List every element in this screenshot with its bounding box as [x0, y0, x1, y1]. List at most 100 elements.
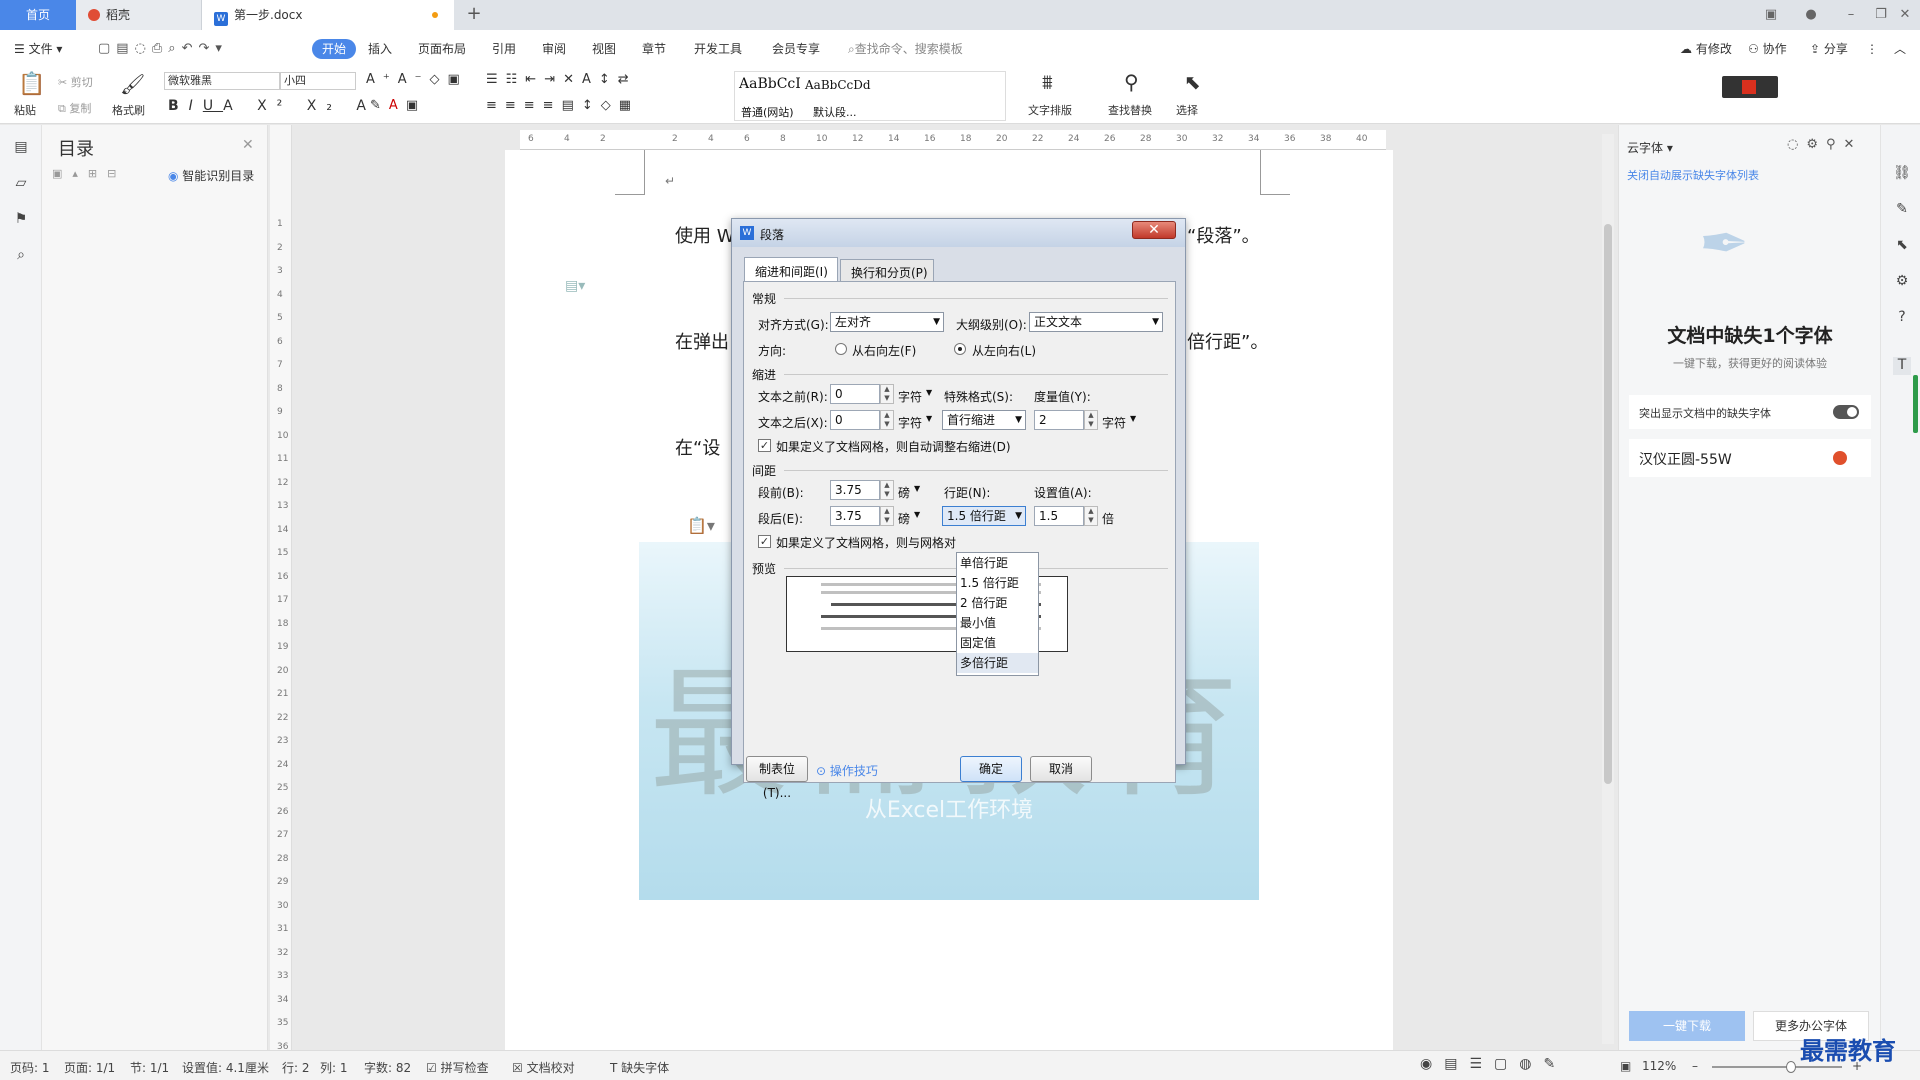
tab-daoke[interactable]: 稻壳: [76, 0, 202, 30]
fit-page-icon[interactable]: ▣: [1620, 1059, 1631, 1073]
chevron-down-icon[interactable]: ▼: [926, 414, 932, 423]
tab-document[interactable]: W 第一步.docx: [202, 0, 454, 30]
modified-button[interactable]: ☁ 有修改: [1680, 39, 1732, 59]
select-cursor-icon[interactable]: ⬉: [1184, 70, 1201, 94]
font-t-icon[interactable]: T: [1893, 357, 1911, 375]
before-spinner[interactable]: ▲ ▼: [880, 480, 894, 500]
grid-align-checkbox[interactable]: ✓: [758, 535, 771, 548]
grid-indent-checkbox[interactable]: ✓: [758, 439, 771, 452]
outline-select[interactable]: 正文文本 ▼: [1029, 312, 1163, 332]
line-option-fixed[interactable]: 固定值: [957, 633, 1038, 653]
layout-icon[interactable]: ▣: [1756, 0, 1786, 30]
grid-indent-label[interactable]: 如果定义了文档网格，则自动调整右缩进(D): [776, 438, 1011, 455]
ok-button[interactable]: 确定: [960, 756, 1022, 782]
after-text-input[interactable]: 0: [830, 410, 880, 430]
zoom-slider[interactable]: [1712, 1061, 1842, 1073]
more-icon[interactable]: ⋮: [1866, 39, 1878, 59]
close-icon[interactable]: ✕: [242, 137, 254, 153]
after-text-spinner[interactable]: ▲ ▼: [880, 410, 894, 430]
tips-link[interactable]: ⊙ 操作技巧: [816, 762, 878, 779]
link-icon[interactable]: ⛓: [1893, 165, 1911, 183]
menu-dev[interactable]: 开发工具: [694, 39, 742, 59]
dialog-titlebar[interactable]: W 段落: [732, 219, 1185, 247]
view-mode-icons[interactable]: ◉▤☰▢◍✎: [1420, 1056, 1567, 1072]
tab-home[interactable]: 首页: [0, 0, 76, 30]
format-brush-icon[interactable]: 🖌: [120, 72, 145, 96]
smart-toc-button[interactable]: ◉ 智能识别目录: [168, 167, 254, 184]
zoom-out-icon[interactable]: –: [1692, 1059, 1698, 1073]
after-spinner[interactable]: ▲ ▼: [880, 506, 894, 526]
highlight-color-icons[interactable]: ✎A▣: [370, 98, 426, 113]
setting-spinner[interactable]: ▲ ▼: [1084, 506, 1098, 526]
special-select[interactable]: 首行缩进 ▼: [942, 410, 1026, 430]
text-layout-label[interactable]: 文字排版: [1028, 102, 1072, 118]
before-text-input[interactable]: 0: [830, 384, 880, 404]
new-tab-button[interactable]: +: [462, 0, 486, 30]
cancel-button[interactable]: 取消: [1030, 756, 1092, 782]
proofread-button[interactable]: ☒ 文档校对: [512, 1059, 575, 1076]
zoom-level[interactable]: 112%: [1642, 1059, 1676, 1073]
edit-icon[interactable]: ✎: [1893, 201, 1911, 219]
bookmark-icon[interactable]: ⚑: [12, 211, 30, 229]
line-option-1-5[interactable]: 1.5 倍行距: [957, 573, 1038, 593]
before-input[interactable]: 3.75: [830, 480, 880, 500]
menu-member[interactable]: 会员专享: [772, 39, 820, 59]
setting-input[interactable]: 1.5: [1034, 506, 1084, 526]
style-gallery[interactable]: AaBbCcI AaBbCcDd 普通(网站) 默认段...: [734, 71, 1006, 121]
align-select[interactable]: 左对齐 ▼: [830, 312, 944, 332]
ltr-radio[interactable]: [954, 343, 966, 355]
paste-icon[interactable]: 📋: [18, 72, 45, 97]
missing-font-button[interactable]: T 缺失字体: [610, 1059, 669, 1076]
doc-scroll-thumb[interactable]: [1604, 224, 1612, 784]
share-button[interactable]: ⇪ 分享: [1810, 39, 1848, 59]
font-tools-icons[interactable]: A⁺A⁻◇▣: [366, 72, 468, 87]
spell-check-button[interactable]: ☑ 拼写检查: [426, 1059, 489, 1076]
text-layout-icon[interactable]: ⩩: [1042, 70, 1053, 94]
before-text-unit[interactable]: 字符: [898, 388, 922, 405]
dialog-close-button[interactable]: ✕: [1132, 221, 1176, 239]
after-text-unit[interactable]: 字符: [898, 414, 922, 431]
menu-review[interactable]: 审阅: [542, 39, 566, 59]
collab-button[interactable]: ⚇ 协作: [1748, 39, 1787, 59]
toc-icon[interactable]: ▤: [12, 139, 30, 157]
collapse-ribbon-icon[interactable]: ︿: [1894, 39, 1906, 59]
menu-insert[interactable]: 插入: [368, 39, 392, 59]
line-option-minimum[interactable]: 最小值: [957, 613, 1038, 633]
quick-access-icons[interactable]: ▢▤◌⎙⌕↶↷▾: [98, 39, 228, 59]
nav-icon[interactable]: ▱: [12, 175, 30, 193]
close-window-icon[interactable]: ✕: [1890, 0, 1920, 30]
cursor-icon[interactable]: ⬉: [1893, 237, 1911, 255]
input-method-icon[interactable]: [1722, 76, 1778, 98]
chevron-down-icon[interactable]: ▼: [1130, 414, 1136, 423]
panel-tools-icons[interactable]: ◌⚙⚲✕: [1787, 137, 1862, 152]
status-words[interactable]: 字数: 82: [364, 1059, 411, 1076]
cloud-font-title[interactable]: 云字体 ▾: [1627, 139, 1673, 156]
menu-view[interactable]: 视图: [592, 39, 616, 59]
line-option-double[interactable]: 2 倍行距: [957, 593, 1038, 613]
paste-label[interactable]: 粘贴: [14, 102, 36, 118]
measure-spinner[interactable]: ▲ ▼: [1084, 410, 1098, 430]
after-unit[interactable]: 磅: [898, 510, 910, 527]
grid-align-label[interactable]: 如果定义了文档网格，则与网格对: [776, 534, 956, 551]
find-replace-label[interactable]: 查找替换: [1108, 102, 1152, 118]
menu-ref[interactable]: 引用: [492, 39, 516, 59]
find-icon[interactable]: ⚲: [1124, 70, 1139, 94]
line-spacing-select[interactable]: 1.5 倍行距 ▼: [942, 506, 1026, 526]
rtl-label[interactable]: 从右向左(F): [852, 342, 916, 359]
tabs-button[interactable]: 制表位(T)...: [746, 756, 808, 800]
doc-object-icon[interactable]: ▤▾: [565, 278, 585, 294]
avatar[interactable]: ●: [1796, 0, 1826, 30]
chevron-down-icon[interactable]: ▼: [914, 484, 920, 493]
font-style-icons[interactable]: BIUA X² X₂ A: [168, 98, 376, 114]
list-icons[interactable]: ☰☷⇤⇥✕A↕⇄: [486, 72, 637, 87]
select-label[interactable]: 选择: [1176, 102, 1198, 118]
font-size-select[interactable]: 小四: [280, 72, 356, 90]
align-icons[interactable]: ≡≡≡≡▤↕◇▦: [486, 98, 639, 113]
measure-unit[interactable]: 字符: [1102, 414, 1126, 431]
before-unit[interactable]: 磅: [898, 484, 910, 501]
minimize-icon[interactable]: –: [1836, 0, 1866, 30]
ltr-label[interactable]: 从左向右(L): [972, 342, 1036, 359]
before-text-spinner[interactable]: ▲ ▼: [880, 384, 894, 404]
close-auto-list-link[interactable]: 关闭自动展示缺失字体列表: [1627, 167, 1759, 183]
after-input[interactable]: 3.75: [830, 506, 880, 526]
